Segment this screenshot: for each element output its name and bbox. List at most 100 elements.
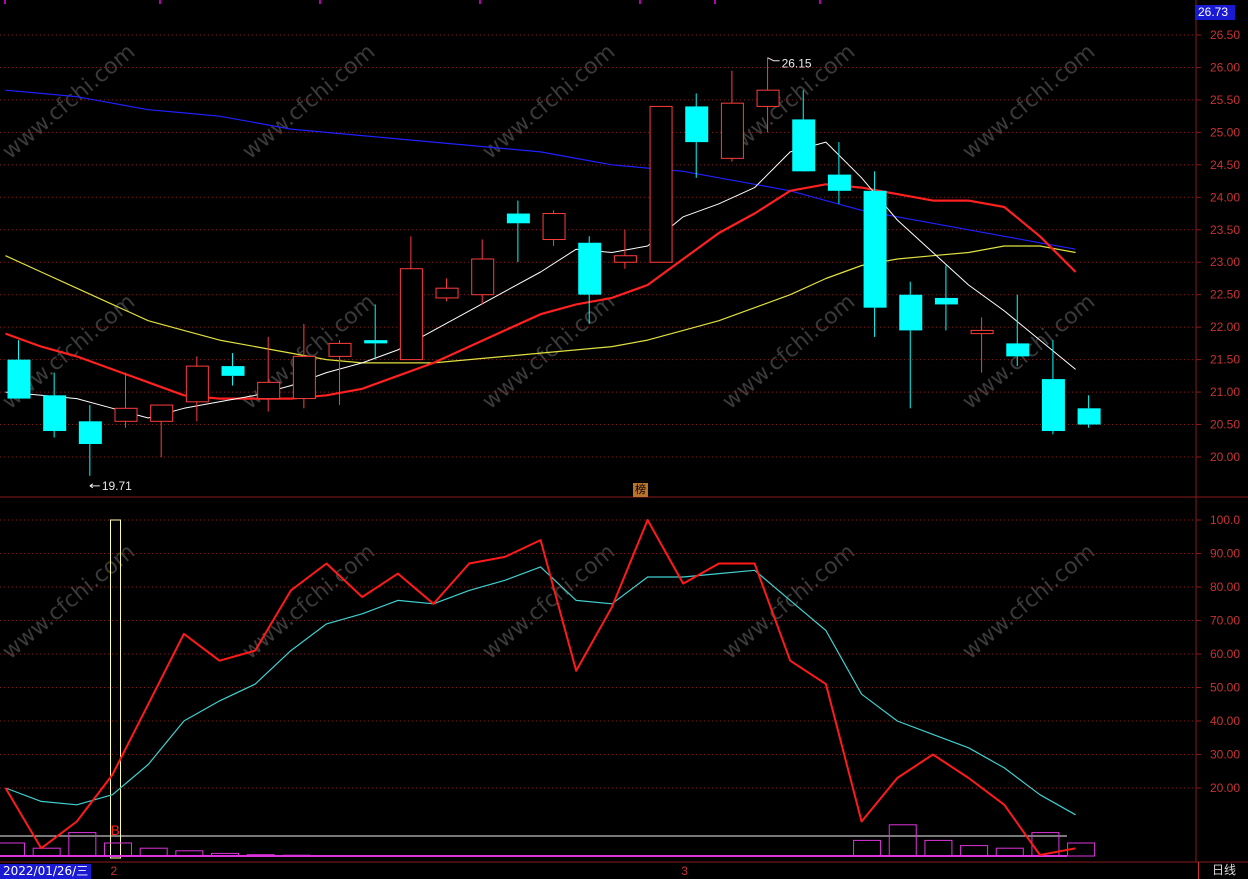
candle[interactable] [649,105,673,263]
candle[interactable] [1006,294,1030,367]
price-tick-label: 25.50 [1210,93,1240,107]
candle-body-up [613,255,637,263]
osc-tick-label: 20.00 [1210,781,1240,795]
candle[interactable] [7,340,31,399]
candle-body-up [970,329,994,335]
hist-bar [960,845,989,857]
watermark-text: www.cfchi.com [958,539,1100,664]
hist-bar [104,842,133,857]
candle-body-down [934,297,958,305]
high-price-label: 26.15 [782,57,812,71]
hist-bar [0,842,25,857]
period-selector[interactable]: 日线 [1198,862,1248,879]
candle[interactable] [221,353,245,386]
candle[interactable] [114,372,138,428]
low-price-label: 19.71 [102,479,132,493]
candle[interactable] [827,142,851,204]
ma5-line [5,141,1076,419]
last-price-badge: 26.73 [1195,5,1235,20]
price-tick-label: 26.00 [1210,60,1240,74]
candle-body-up [471,258,495,296]
price-tick-label: 21.00 [1210,385,1240,399]
price-tick-label: 23.00 [1210,255,1240,269]
candle-body-down [863,190,887,308]
osc-tick-label: 70.00 [1210,614,1240,628]
price-tick-label: 25.00 [1210,125,1240,139]
watermark-text: www.cfchi.com [718,539,860,664]
watermark-text: www.cfchi.com [0,539,140,664]
candle-body-up [185,365,209,403]
candle-body-up [756,89,780,107]
candle[interactable] [506,200,530,263]
candle-body-down [7,359,31,399]
month-label-mar: 3 [681,864,688,878]
candle[interactable] [150,404,174,457]
candle-body-down [578,242,602,295]
candle-body-up [292,355,316,400]
watermark-text: www.cfchi.com [478,39,620,164]
candle-body-down [506,213,530,224]
price-tick-label: 24.50 [1210,158,1240,172]
hist-bar [32,847,61,857]
candle[interactable] [720,70,744,162]
candle-body-up [328,342,352,357]
osc-tick-label: 80.00 [1210,580,1240,594]
watermark-text: www.cfchi.com [238,39,380,164]
candle-body-up [114,407,138,422]
annotation-arrow [89,483,100,489]
candle[interactable] [863,171,887,337]
candle-body-up [649,105,673,263]
candle-body-up [257,381,281,400]
flag-marker[interactable]: 榜 [633,483,648,497]
candle-body-down [827,174,851,191]
candle[interactable] [185,356,209,422]
candle-body-down [221,366,245,376]
candle-body-down [685,106,709,143]
osc-tick-label: 50.00 [1210,681,1240,695]
price-tick-label: 20.00 [1210,450,1240,464]
watermark-text: www.cfchi.com [0,39,140,164]
candle-body-down [43,395,67,432]
candle-body-up [542,213,566,241]
candle-body-down [1006,343,1030,357]
hist-bar [924,839,953,857]
candle[interactable] [435,278,459,302]
oscillator-panel[interactable]: B [0,519,1096,859]
osc-tick-label: 100.0 [1210,513,1240,527]
price-tick-label: 22.00 [1210,320,1240,334]
candle-body-down [899,294,923,331]
candle[interactable] [934,265,958,331]
candle-body-up [720,102,744,159]
price-tick-label: 20.50 [1210,418,1240,432]
price-axis: 20.00 20.50 21.00 21.50 22.00 22.50 23.00 23.50… [1196,28,1240,464]
hist-bar [888,824,917,857]
candle[interactable] [399,236,423,361]
candle-body-down [78,421,102,445]
stock-chart[interactable]: www.cfchi.com www.cfchi.com www.cfchi.com w… [0,0,1248,879]
hist-bar [853,839,882,857]
hist-bar [995,847,1024,857]
candle[interactable] [542,210,566,246]
price-tick-label: 24.00 [1210,190,1240,204]
candle-body-up [435,287,459,299]
date-label: 2022/01/26/三 [0,864,92,879]
candle-body-down [792,119,816,172]
candle[interactable] [970,317,994,373]
candle[interactable] [78,405,102,476]
price-tick-label: 23.50 [1210,223,1240,237]
annotation-arrow [767,57,780,62]
watermark-text: www.cfchi.com [958,39,1100,164]
osc-tick-label: 90.00 [1210,547,1240,561]
osc-tick-label: 30.00 [1210,748,1240,762]
price-tick-label: 26.50 [1210,28,1240,42]
candlesticks[interactable] [7,57,1101,476]
candle-body-down [1041,379,1065,432]
candle[interactable] [613,229,637,269]
price-tick-label: 21.50 [1210,353,1240,367]
osc-tick-label: 60.00 [1210,647,1240,661]
candle[interactable] [471,239,495,305]
osc-tick-label: 40.00 [1210,714,1240,728]
candle-body-down [364,340,388,344]
candle[interactable] [1077,395,1101,428]
candle[interactable] [899,281,923,409]
